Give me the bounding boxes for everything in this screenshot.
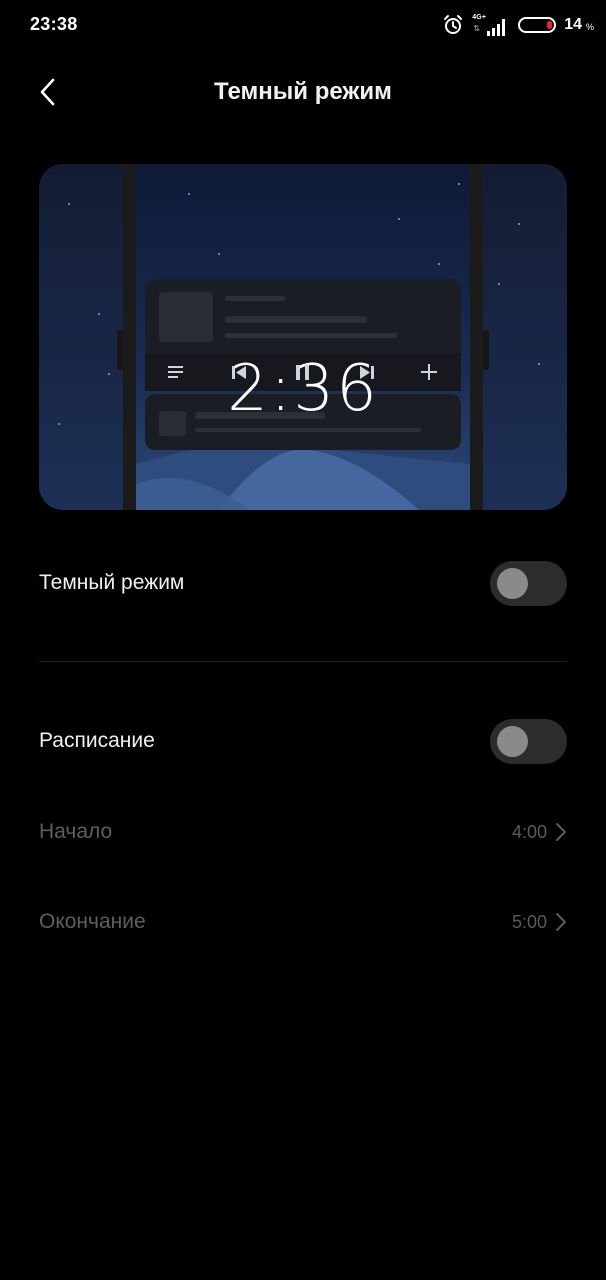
plus-icon: [421, 364, 437, 380]
start-time-label: Начало: [39, 820, 113, 843]
dark-mode-preview: 2:36: [39, 164, 567, 510]
battery-icon: [518, 17, 557, 33]
start-time-value-group: 4:00: [512, 822, 567, 843]
network-indicator: 4G+ ⇅: [472, 14, 508, 36]
network-type-label: 4G+: [472, 14, 487, 21]
start-time-row[interactable]: Начало 4:00: [39, 815, 567, 849]
signal-icon: [487, 19, 506, 36]
header: Темный режим: [0, 60, 606, 124]
chevron-right-icon: [556, 913, 566, 931]
schedule-label: Расписание: [39, 729, 155, 752]
media-controls: [168, 364, 437, 380]
data-arrows-icon: ⇅: [473, 24, 480, 33]
page-title: Темный режим: [214, 78, 392, 105]
status-icons: 4G+ ⇅ 14 %: [442, 12, 594, 38]
dark-mode-label: Темный режим: [39, 571, 185, 594]
section-divider: [39, 661, 567, 662]
start-time-value: 4:00: [511, 821, 547, 842]
pause-icon: [296, 365, 309, 380]
next-icon: [360, 366, 374, 379]
list-icon: [168, 366, 183, 378]
status-bar: 23:38 4G+ ⇅ 14 %: [0, 0, 606, 50]
toggle-knob: [497, 725, 528, 757]
status-time: 23:38: [30, 14, 78, 34]
end-time-row[interactable]: Окончание 5:00: [39, 905, 567, 939]
previous-icon: [232, 366, 246, 379]
battery-level-fill: [547, 21, 553, 29]
end-time-value: 5:00: [511, 911, 547, 932]
chevron-right-icon: [556, 823, 566, 841]
dark-mode-row[interactable]: Темный режим: [39, 560, 567, 606]
alarm-icon: [444, 15, 463, 34]
battery-percentage: 14: [564, 16, 582, 33]
schedule-toggle[interactable]: [490, 718, 567, 764]
toggle-knob: [497, 567, 528, 599]
end-time-label: Окончание: [39, 910, 146, 933]
battery-percent-sign: %: [585, 22, 594, 32]
schedule-row[interactable]: Расписание: [39, 718, 567, 764]
end-time-value-group: 5:00: [512, 912, 567, 933]
dark-mode-settings-screen: 23:38 4G+ ⇅ 14 % Темный режим 2:36 Темны…: [0, 0, 606, 1280]
dark-mode-toggle[interactable]: [490, 560, 567, 606]
